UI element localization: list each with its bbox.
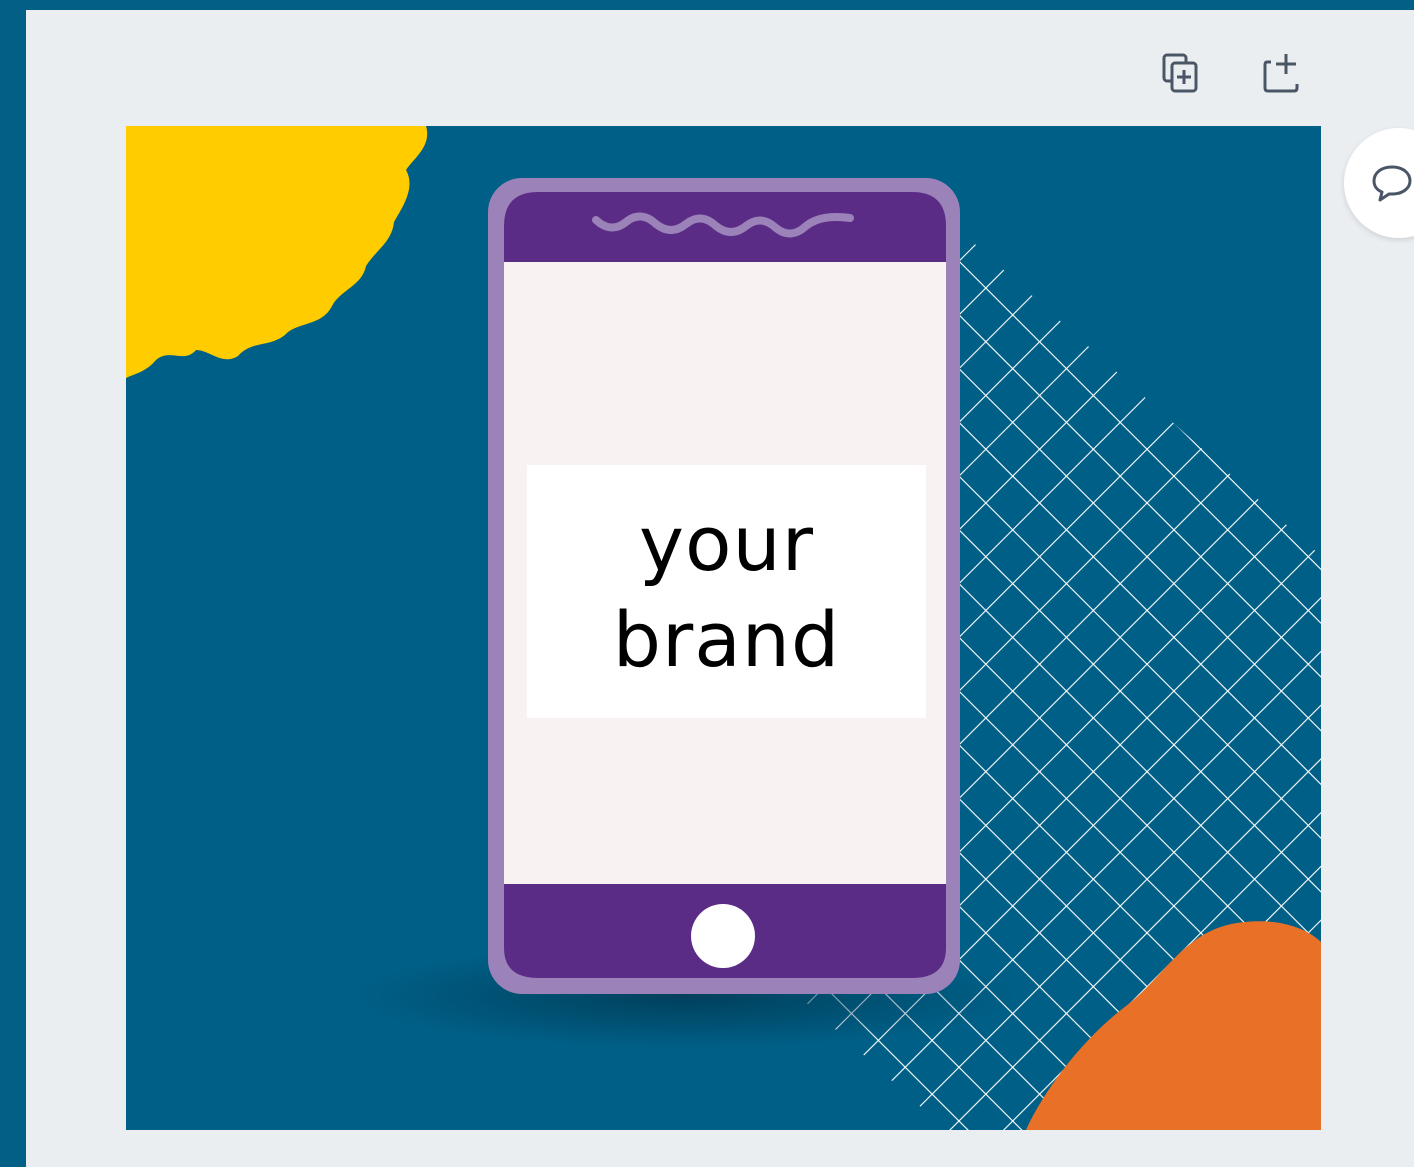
add-page-icon [1263,54,1299,93]
duplicate-page-icon [1162,53,1198,93]
comment-button[interactable] [1344,128,1414,238]
comment-icon [1372,165,1412,202]
brand-text-line-2: brand [612,594,841,684]
phone-home-button [691,904,755,968]
brand-text-box[interactable]: your brand [527,465,926,718]
brand-text-line-1: your [639,498,814,588]
duplicate-page-button[interactable] [1154,46,1210,102]
editor-workspace: your brand [26,10,1414,1167]
design-canvas[interactable]: your brand [126,126,1321,1130]
add-page-button[interactable] [1254,46,1310,102]
